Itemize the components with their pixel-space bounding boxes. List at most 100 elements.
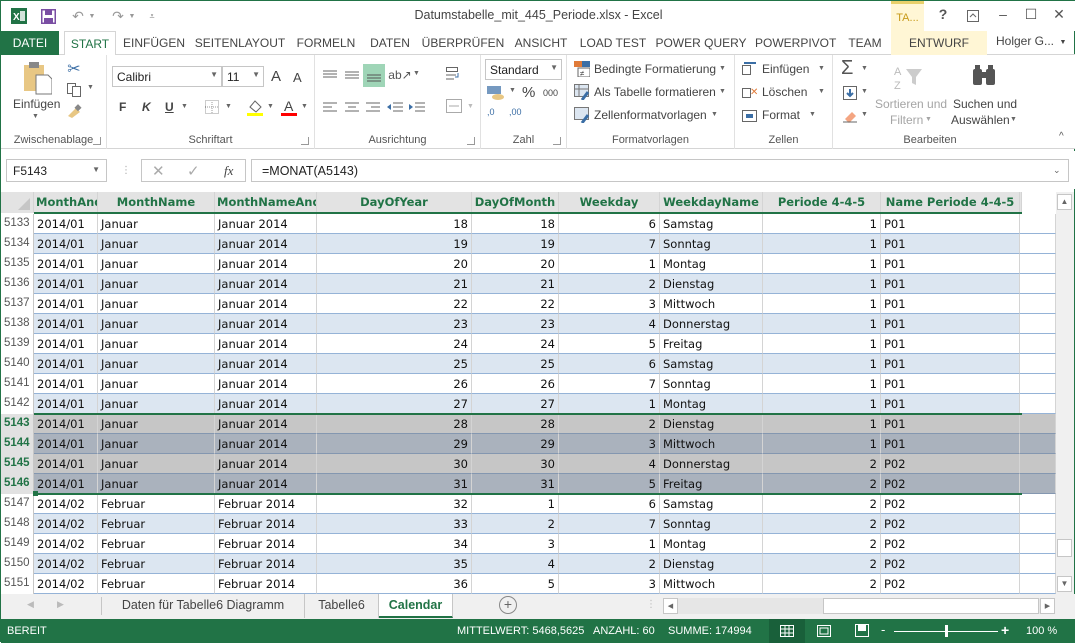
cell[interactable]: Januar [98,274,215,294]
cell[interactable]: Januar [98,454,215,474]
clear-dropdown-icon[interactable]: ▼ [861,111,868,118]
conditional-formatting-icon[interactable]: ≠ [573,60,591,78]
cell[interactable]: Mittwoch [660,574,763,594]
row-header[interactable]: 5147 [1,494,34,514]
cell[interactable]: Montag [660,534,763,554]
sheet-tab-tabelle6[interactable]: Tabelle6 [305,594,379,618]
cell[interactable]: 33 [317,514,472,534]
tab-power-query[interactable]: POWER QUERY [655,31,747,55]
cell[interactable]: 5 [559,334,660,354]
delete-cells-button[interactable]: Löschen [762,85,807,99]
align-left-icon[interactable] [320,97,340,117]
cell[interactable]: 24 [317,334,472,354]
cell[interactable]: 4 [559,314,660,334]
insert-function-button[interactable]: fx [224,163,233,179]
cell[interactable]: Freitag [660,334,763,354]
cell[interactable]: 2014/01 [34,374,98,394]
cell[interactable]: 21 [472,274,559,294]
column-header[interactable]: Periode 4-4-5 [763,192,881,213]
cell[interactable]: 2 [763,494,881,514]
cell[interactable]: 30 [472,454,559,474]
cell[interactable]: 1 [472,494,559,514]
copy-dropdown-icon[interactable]: ▼ [87,84,94,91]
cell[interactable]: 2014/01 [34,394,98,414]
column-header[interactable]: MonthAnd [34,192,98,213]
cell[interactable]: 2 [559,274,660,294]
row-header[interactable]: 5146 [1,474,34,494]
cell[interactable]: 19 [317,234,472,254]
format-cells-dropdown-icon[interactable]: ▼ [809,111,816,118]
cancel-icon[interactable]: ✕ [152,162,165,180]
cell[interactable] [1020,274,1056,294]
vertical-scrollbar[interactable]: ▲ ▼ [1056,192,1074,594]
cell[interactable]: Februar 2014 [215,514,317,534]
cell[interactable]: Montag [660,254,763,274]
fill-icon[interactable] [841,84,859,102]
tab-formeln[interactable]: FORMELN [293,31,359,55]
cell[interactable]: 24 [472,334,559,354]
cell[interactable]: Dienstag [660,554,763,574]
delete-cells-icon[interactable]: ✕ [741,83,759,101]
number-launcher-icon[interactable] [553,137,561,145]
cell[interactable]: Februar 2014 [215,534,317,554]
cell[interactable]: 27 [472,394,559,414]
row-header[interactable]: 5150 [1,554,34,574]
cell[interactable]: 2 [559,414,660,434]
cell[interactable]: 28 [472,414,559,434]
cell[interactable]: Januar 2014 [215,434,317,454]
conditional-formatting-button[interactable]: Bedingte Formatierung [594,62,716,76]
cell[interactable] [1020,394,1056,414]
cell[interactable] [1020,514,1056,534]
cell[interactable]: Mittwoch [660,294,763,314]
sort-filter-button[interactable]: Sortieren und [875,97,947,111]
cell[interactable]: 2014/01 [34,274,98,294]
cell[interactable]: 2014/01 [34,454,98,474]
cell[interactable]: Januar [98,374,215,394]
decrease-indent-icon[interactable] [385,97,405,117]
cell[interactable]: 1 [763,214,881,234]
formula-bar-grip-icon[interactable]: ⋮ [121,165,131,176]
cell[interactable]: 30 [317,454,472,474]
cell[interactable]: 7 [559,374,660,394]
minimize-button[interactable]: – [991,6,1015,26]
cell[interactable]: 1 [763,234,881,254]
cell[interactable]: 23 [317,314,472,334]
align-middle-icon[interactable] [342,65,362,85]
cell[interactable]: 1 [763,414,881,434]
cell[interactable]: 22 [317,294,472,314]
cell[interactable]: P01 [881,354,1020,374]
cell[interactable]: 2014/01 [34,434,98,454]
cell[interactable]: 2 [763,474,881,494]
row-header[interactable]: 5151 [1,574,34,594]
cell[interactable]: Sonntag [660,234,763,254]
cell[interactable] [1020,374,1056,394]
name-box[interactable]: F5143 ▼ [6,159,107,182]
cell[interactable]: P02 [881,494,1020,514]
row-header[interactable]: 5134 [1,234,34,254]
shrink-font-button[interactable]: A [293,70,302,85]
scroll-down-button[interactable]: ▼ [1057,576,1072,592]
tab-load-test[interactable]: LOAD TEST [579,31,647,55]
find-select-button-line2[interactable]: Auswählen [951,113,1010,127]
cell[interactable]: Februar [98,554,215,574]
cell[interactable]: 2014/01 [34,254,98,274]
cell[interactable]: Samstag [660,214,763,234]
page-layout-view-button[interactable] [817,625,831,637]
scroll-up-button[interactable]: ▲ [1057,194,1072,210]
cell[interactable]: 28 [317,414,472,434]
underline-dropdown-icon[interactable]: ▼ [181,103,188,110]
cell[interactable]: 2 [763,514,881,534]
cell[interactable]: P01 [881,274,1020,294]
align-top-icon[interactable] [320,65,340,85]
cell[interactable]: Januar [98,354,215,374]
page-break-view-button[interactable] [855,624,869,637]
sort-filter-button-line2[interactable]: Filtern [890,113,923,127]
cell[interactable]: Januar 2014 [215,254,317,274]
cell[interactable]: Januar 2014 [215,394,317,414]
find-select-button[interactable]: Suchen und [953,97,1017,111]
cell[interactable]: Januar [98,414,215,434]
row-header[interactable]: 5135 [1,254,34,274]
grow-font-button[interactable]: A [271,68,281,85]
cell[interactable]: 2 [763,554,881,574]
cell[interactable]: P02 [881,474,1020,494]
